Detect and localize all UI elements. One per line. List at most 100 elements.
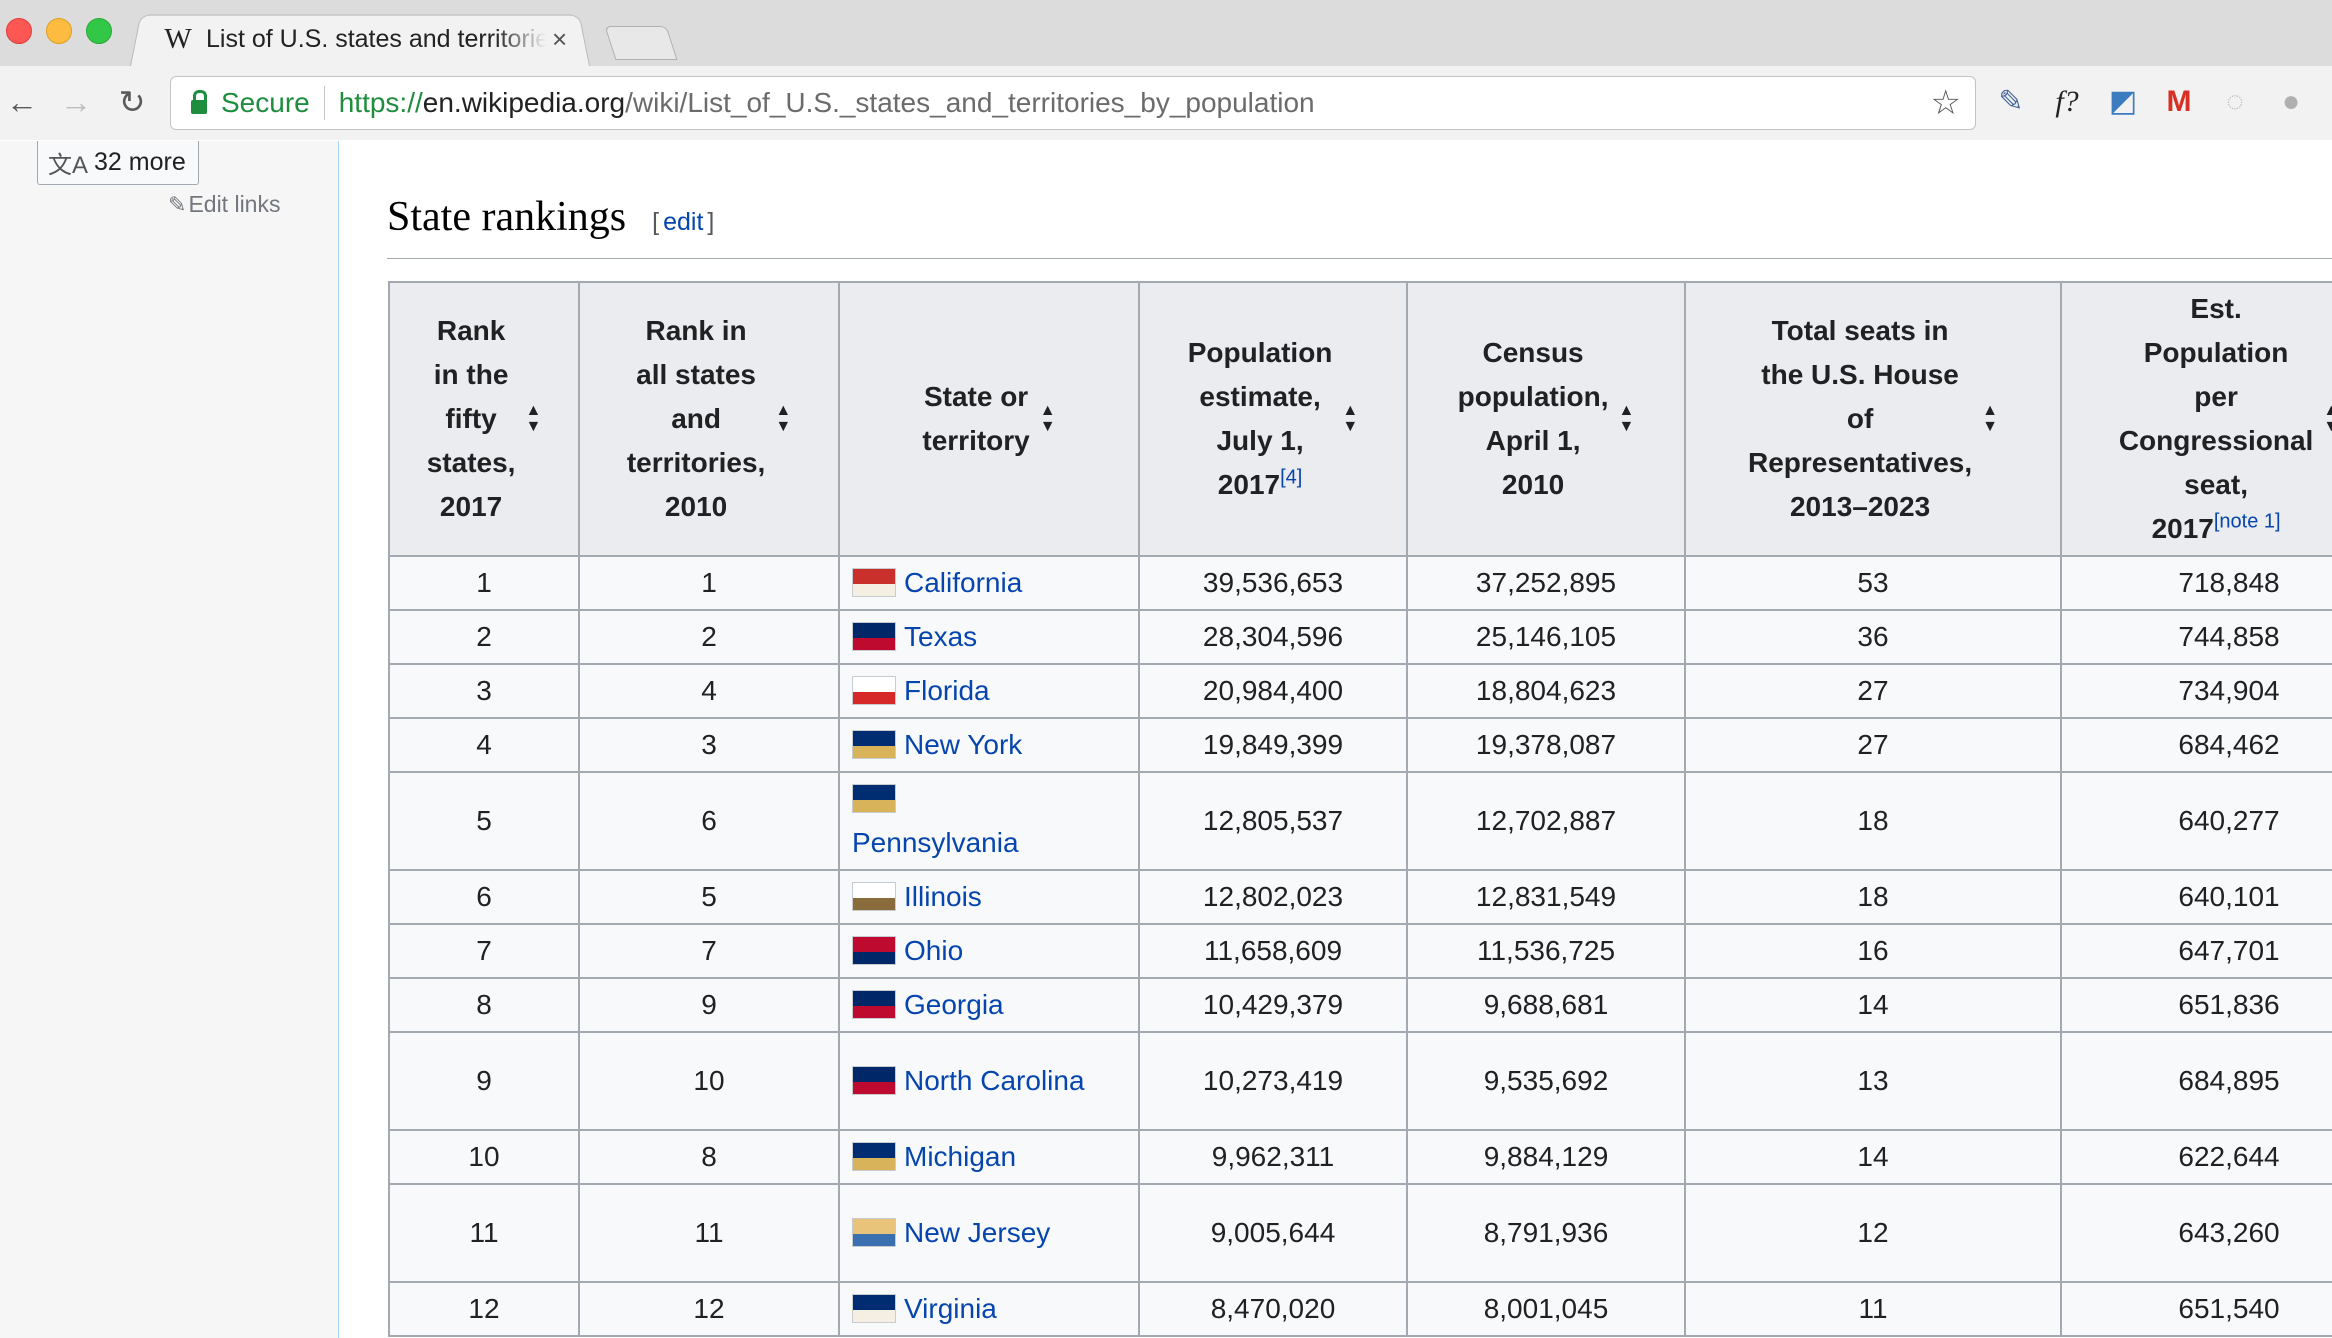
tab-title: List of U.S. states and territories by p… bbox=[206, 24, 546, 53]
state-link[interactable]: Texas bbox=[904, 621, 977, 652]
state-flag-icon[interactable] bbox=[852, 1218, 896, 1248]
edit-links-link[interactable]: ✎ Edit links bbox=[168, 191, 280, 218]
sort-icon[interactable]: ▲ ▼ bbox=[775, 403, 791, 435]
close-window-button[interactable] bbox=[6, 18, 32, 44]
state-link[interactable]: New Jersey bbox=[904, 1217, 1050, 1248]
table-cell-state: New Jersey bbox=[838, 1183, 1140, 1283]
column-header[interactable]: Total seats in the U.S. House of Representa… bbox=[1684, 281, 2062, 557]
formula-icon[interactable]: f? bbox=[2046, 84, 2088, 120]
url-text[interactable]: https://en.wikipedia.org/wiki/List_of_U.… bbox=[339, 87, 1315, 119]
state-flag-icon[interactable] bbox=[852, 1294, 896, 1324]
gmail-icon[interactable]: M bbox=[2158, 84, 2200, 120]
state-flag-icon[interactable] bbox=[852, 990, 896, 1020]
new-tab-button[interactable] bbox=[604, 26, 678, 60]
address-bar[interactable]: Secure https://en.wikipedia.org/wiki/Lis… bbox=[170, 76, 1976, 130]
eyedropper-icon[interactable]: ✎ bbox=[1990, 84, 2032, 120]
table-cell-state: Florida bbox=[838, 663, 1140, 719]
table-cell-seats: 11 bbox=[1684, 1281, 2062, 1337]
table-cell-rank10: 11 bbox=[578, 1183, 840, 1283]
table-cell-pop10: 18,804,623 bbox=[1406, 663, 1686, 719]
table-cell-seats: 27 bbox=[1684, 663, 2062, 719]
table-cell-pop10: 19,378,087 bbox=[1406, 717, 1686, 773]
state-flag-icon[interactable] bbox=[852, 568, 896, 598]
state-flag-icon[interactable] bbox=[852, 1142, 896, 1172]
state-flag-icon[interactable] bbox=[852, 676, 896, 706]
table-cell-seats: 14 bbox=[1684, 977, 2062, 1033]
state-link[interactable]: Illinois bbox=[904, 881, 982, 912]
sidebar: 文A 32 more ✎ Edit links bbox=[0, 141, 338, 1338]
table-cell-per-cong: 684,895 bbox=[2060, 1031, 2332, 1131]
sort-icon[interactable]: ▲ ▼ bbox=[1342, 403, 1358, 435]
table-row: 108Michigan9,962,3119,884,12914622,64471… bbox=[388, 1129, 2332, 1185]
state-flag-icon[interactable] bbox=[852, 882, 896, 912]
state-flag-icon[interactable] bbox=[852, 1066, 896, 1096]
capture-icon[interactable]: ◩ bbox=[2102, 84, 2144, 120]
tab-close-icon[interactable]: × bbox=[552, 24, 567, 55]
table-cell-pop10: 9,884,129 bbox=[1406, 1129, 1686, 1185]
more-languages-button[interactable]: 文A 32 more bbox=[37, 141, 199, 185]
column-header-line: 2010 bbox=[664, 491, 728, 522]
state-flag-icon[interactable] bbox=[852, 784, 896, 814]
reference-link[interactable]: [note 1] bbox=[2214, 511, 2281, 533]
table-cell-pop17: 9,005,644 bbox=[1138, 1183, 1408, 1283]
table-cell-pop17: 28,304,596 bbox=[1138, 609, 1408, 665]
table-cell-state: Pennsylvania bbox=[838, 771, 1140, 871]
section-title: State rankings bbox=[387, 194, 627, 240]
table-row: 9 10 North Carolina 10,273,419 9,535,692 13 68… bbox=[388, 1031, 2332, 1131]
profile-icon[interactable]: ● bbox=[2270, 84, 2312, 120]
state-link[interactable]: Florida bbox=[904, 675, 990, 706]
state-link[interactable]: Ohio bbox=[904, 935, 963, 966]
disabled-extension-icon[interactable]: ◌ bbox=[2214, 84, 2256, 120]
table-cell-per-cong: 734,904 bbox=[2060, 663, 2332, 719]
table-row: 5 6 Pennsylvania 12,805,537 12,702,887 18 640,… bbox=[388, 771, 2332, 871]
column-header-line: population, bbox=[1457, 381, 1609, 412]
table-cell-rank10: 1 bbox=[578, 555, 840, 611]
table-cell-per-cong: 744,858 bbox=[2060, 609, 2332, 665]
navigation-bar: ← → ↻ Secure https://en.wikipedia.org/wi… bbox=[0, 66, 2332, 140]
table-row: 22Texas28,304,59625,146,10536744,858786,… bbox=[388, 609, 2332, 665]
column-header-line: Representatives, bbox=[1748, 447, 1973, 478]
column-header[interactable]: State or territory ▲ ▼ bbox=[838, 281, 1140, 557]
reference-link[interactable]: [4] bbox=[1280, 467, 1302, 489]
column-header[interactable]: Rank in all states and territories, 2010 ▲ ▼ bbox=[578, 281, 840, 557]
state-link[interactable]: Michigan bbox=[904, 1141, 1016, 1172]
zoom-window-button[interactable] bbox=[86, 18, 112, 44]
table-row: 77Ohio11,658,60911,536,72516647,701728,6… bbox=[388, 923, 2332, 979]
table-cell-rank10: 12 bbox=[578, 1281, 840, 1337]
column-header[interactable]: Est. Population per Congressional seat, 2017[… bbox=[2060, 281, 2332, 557]
state-link[interactable]: Virginia bbox=[904, 1293, 997, 1324]
column-header-content: Rank in the fifty states, 2017 ▲ ▼ bbox=[390, 283, 578, 555]
back-arrow-icon[interactable]: ← bbox=[0, 80, 44, 124]
sort-icon[interactable]: ▲ ▼ bbox=[1040, 403, 1056, 435]
state-link[interactable]: North Carolina bbox=[904, 1065, 1085, 1096]
column-header[interactable]: Rank in the fifty states, 2017 ▲ ▼ bbox=[388, 281, 580, 557]
column-header[interactable]: Census population, April 1, 2010 ▲ ▼ bbox=[1406, 281, 1686, 557]
minimize-window-button[interactable] bbox=[46, 18, 72, 44]
section-edit-link[interactable]: edit bbox=[663, 208, 703, 236]
column-header[interactable]: Population estimate, July 1, 2017[4] ▲ ▼ bbox=[1138, 281, 1408, 557]
table-cell-per-cong: 647,701 bbox=[2060, 923, 2332, 979]
column-header-content: Rank in all states and territories, 2010 ▲ ▼ bbox=[580, 283, 838, 555]
column-header-line: all states bbox=[636, 359, 756, 390]
state-link[interactable]: New York bbox=[904, 729, 1022, 760]
state-flag-icon[interactable] bbox=[852, 936, 896, 966]
sort-icon[interactable]: ▲ ▼ bbox=[1982, 403, 1998, 435]
state-link[interactable]: Pennsylvania bbox=[852, 827, 1019, 858]
table-row: 65Illinois12,802,02312,831,54918640,1017… bbox=[388, 869, 2332, 925]
state-link[interactable]: California bbox=[904, 567, 1022, 598]
column-header-line: states, bbox=[426, 447, 516, 478]
sort-icon[interactable]: ▲ ▼ bbox=[2323, 403, 2332, 435]
forward-arrow-icon[interactable]: → bbox=[54, 80, 98, 124]
url-scheme: https:// bbox=[338, 87, 423, 118]
active-tab-content[interactable]: W List of U.S. states and territories by… bbox=[150, 12, 590, 66]
sort-icon[interactable]: ▲ ▼ bbox=[1619, 403, 1635, 435]
table-cell-pop17: 11,658,609 bbox=[1138, 923, 1408, 979]
state-flag-icon[interactable] bbox=[852, 622, 896, 652]
reload-icon[interactable]: ↻ bbox=[110, 80, 154, 124]
bookmark-star-icon[interactable]: ☆ bbox=[1931, 83, 1961, 123]
sort-icon[interactable]: ▲ ▼ bbox=[525, 403, 541, 435]
column-header-label: Est. Population per Congressional seat, 2017[… bbox=[2119, 287, 2313, 551]
table-header-row: Rank in the fifty states, 2017 ▲ ▼ Rank in all s… bbox=[388, 281, 2332, 557]
state-link[interactable]: Georgia bbox=[904, 989, 1004, 1020]
state-flag-icon[interactable] bbox=[852, 730, 896, 760]
